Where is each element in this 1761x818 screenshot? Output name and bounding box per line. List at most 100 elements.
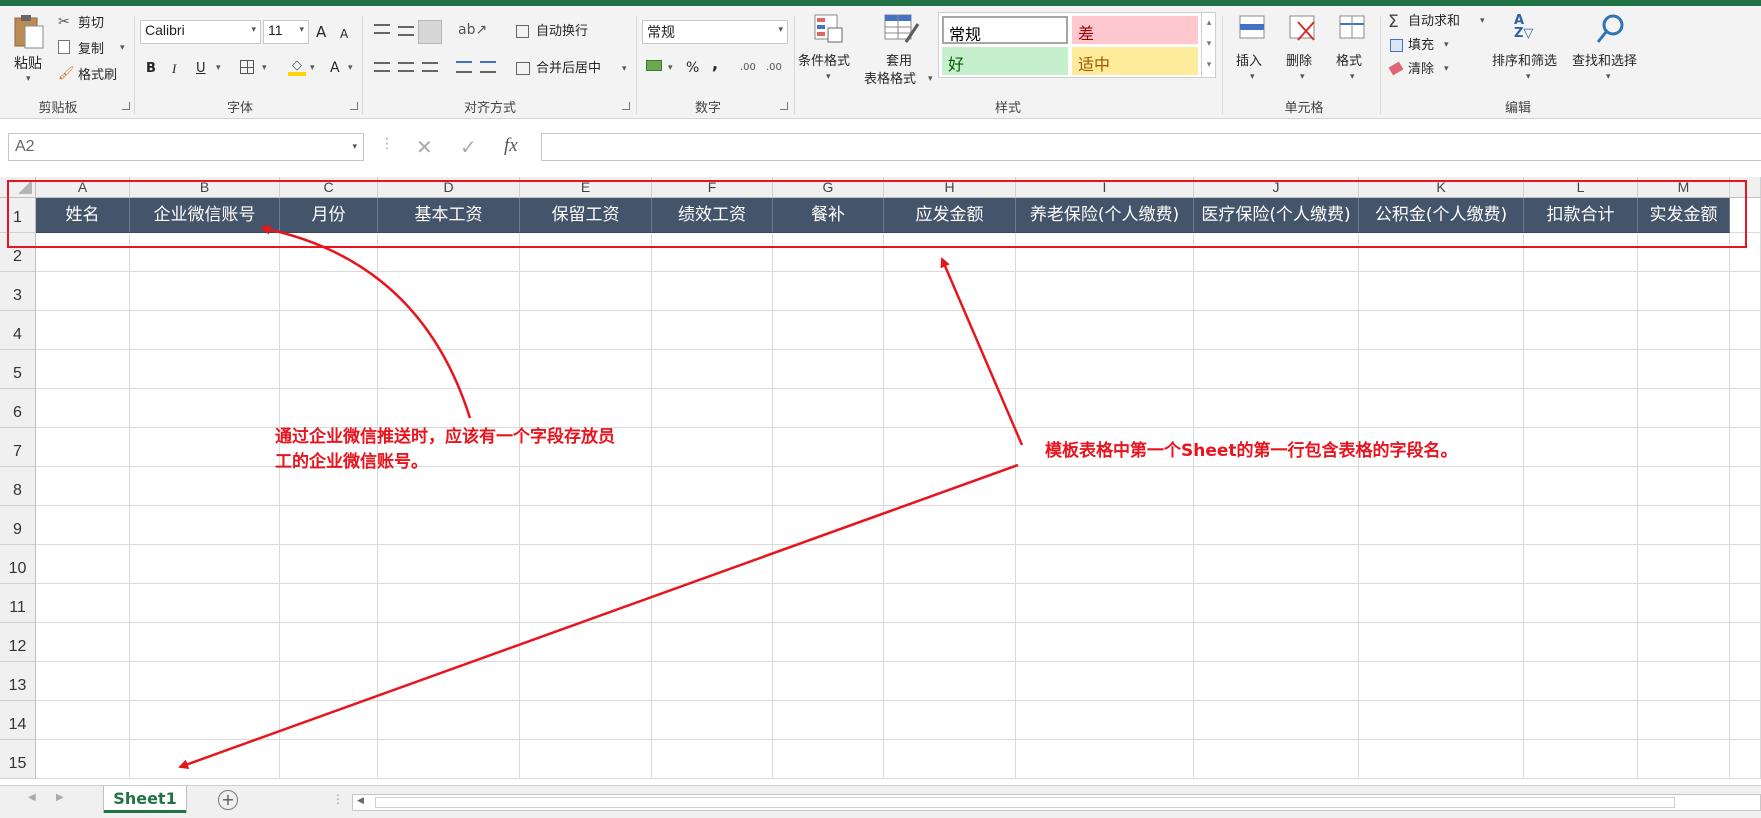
grid-cell[interactable] [130, 506, 280, 545]
grid-cell[interactable] [1359, 389, 1524, 428]
row-header[interactable]: 15 [0, 740, 36, 779]
grid-cell[interactable] [1359, 467, 1524, 506]
dialog-launcher-icon[interactable] [780, 102, 788, 110]
column-header[interactable]: J [1194, 177, 1359, 198]
grid-cell[interactable] [36, 545, 130, 584]
conditional-format-button[interactable]: 条件格式 ▾ [798, 12, 860, 88]
grid-cell[interactable] [36, 272, 130, 311]
grid-cell[interactable] [773, 350, 884, 389]
header-cell[interactable]: 保留工资 [520, 198, 652, 233]
header-cell[interactable]: 基本工资 [378, 198, 520, 233]
grid-cell[interactable] [130, 428, 280, 467]
grid-cell[interactable] [1638, 506, 1730, 545]
grid-cell[interactable] [1524, 740, 1638, 779]
grid-cell[interactable] [1194, 272, 1359, 311]
grid-cell[interactable] [520, 701, 652, 740]
grid-cell[interactable] [1359, 545, 1524, 584]
grid-cell[interactable] [378, 545, 520, 584]
grid-cell[interactable] [652, 545, 773, 584]
grid-cell[interactable] [280, 272, 378, 311]
font-size-select[interactable]: 11 ▾ [263, 20, 309, 44]
grid-cell[interactable] [652, 467, 773, 506]
scrollbar-thumb[interactable] [375, 797, 1675, 808]
row-header[interactable]: 3 [0, 272, 36, 311]
grid-cell[interactable] [1359, 623, 1524, 662]
grid-cell[interactable] [520, 623, 652, 662]
grid-cell[interactable] [280, 740, 378, 779]
grid-cell[interactable] [652, 389, 773, 428]
grid-cell[interactable] [1359, 233, 1524, 272]
row-header[interactable]: 13 [0, 662, 36, 701]
grid-cell[interactable] [652, 350, 773, 389]
grid-cell[interactable] [1194, 467, 1359, 506]
align-bottom-icon[interactable] [418, 20, 442, 44]
column-header[interactable]: I [1016, 177, 1194, 198]
column-header[interactable]: M [1638, 177, 1730, 198]
grid-cell[interactable] [280, 350, 378, 389]
enter-icon[interactable]: ✓ [460, 135, 477, 159]
grid-cell[interactable] [1194, 584, 1359, 623]
grid-cell[interactable] [1638, 311, 1730, 350]
grid-cell[interactable] [1638, 272, 1730, 311]
grid-cell[interactable] [884, 545, 1016, 584]
currency-icon[interactable] [646, 60, 662, 71]
grid-cell[interactable] [1359, 506, 1524, 545]
font-color-button[interactable]: A [330, 60, 340, 76]
wrap-text-button[interactable]: 自动换行 [536, 24, 588, 40]
column-header[interactable]: H [884, 177, 1016, 198]
style-neutral[interactable]: 适中 [1072, 47, 1198, 75]
grid-cell[interactable] [884, 272, 1016, 311]
grid-cell[interactable] [652, 701, 773, 740]
grid-cell[interactable] [652, 428, 773, 467]
grid-cell[interactable] [36, 389, 130, 428]
row-header[interactable]: 7 [0, 428, 36, 467]
copy-button[interactable]: 复制 ▾ [58, 40, 128, 60]
format-painter-button[interactable]: 🖌 格式刷 [58, 66, 128, 86]
grid-cell[interactable] [773, 233, 884, 272]
fill-icon[interactable] [1390, 39, 1403, 52]
header-cell[interactable]: 月份 [280, 198, 378, 233]
dialog-launcher-icon[interactable] [122, 102, 130, 110]
grid-cell[interactable] [1359, 584, 1524, 623]
scroll-right-icon[interactable]: ▶ [56, 792, 64, 803]
grid-cell[interactable] [884, 389, 1016, 428]
grid-cell[interactable] [36, 311, 130, 350]
grid-cell[interactable] [378, 233, 520, 272]
header-cell[interactable]: 医疗保险(个人缴费) [1194, 198, 1359, 233]
grid-cell[interactable] [884, 311, 1016, 350]
grid-cell[interactable] [280, 584, 378, 623]
grid-cell[interactable] [1016, 272, 1194, 311]
grid-cell[interactable] [1194, 350, 1359, 389]
column-header[interactable]: L [1524, 177, 1638, 198]
decrease-font-button[interactable]: A [340, 26, 348, 42]
grid-cell[interactable] [130, 740, 280, 779]
row-header[interactable]: 8 [0, 467, 36, 506]
grid-cell[interactable] [280, 233, 378, 272]
grid-cell[interactable] [1524, 701, 1638, 740]
grid-cell[interactable] [1194, 389, 1359, 428]
grid-cell[interactable] [36, 740, 130, 779]
row-header[interactable]: 5 [0, 350, 36, 389]
row-header[interactable]: 10 [0, 545, 36, 584]
grid-cell[interactable] [130, 545, 280, 584]
grid-cell[interactable] [280, 311, 378, 350]
grid-cell[interactable] [130, 662, 280, 701]
format-cells-button[interactable]: 格式 ▾ [1334, 12, 1374, 88]
cancel-icon[interactable]: ✕ [416, 135, 433, 159]
grid-cell[interactable] [884, 740, 1016, 779]
grid-cell[interactable] [520, 662, 652, 701]
header-cell[interactable]: 养老保险(个人缴费) [1016, 198, 1194, 233]
column-header[interactable]: B [130, 177, 280, 198]
font-name-select[interactable]: Calibri ▾ [140, 20, 261, 44]
grid-cell[interactable] [36, 350, 130, 389]
grid-cell[interactable] [773, 311, 884, 350]
grid-cell[interactable] [378, 506, 520, 545]
grid-cell[interactable] [130, 272, 280, 311]
grid-cell[interactable] [773, 272, 884, 311]
increase-font-button[interactable]: A [316, 24, 326, 40]
grid-cell[interactable] [773, 623, 884, 662]
grid-cell[interactable] [884, 233, 1016, 272]
grid-cell[interactable] [520, 350, 652, 389]
align-top-icon[interactable] [374, 24, 390, 34]
grid-cell[interactable] [1524, 272, 1638, 311]
